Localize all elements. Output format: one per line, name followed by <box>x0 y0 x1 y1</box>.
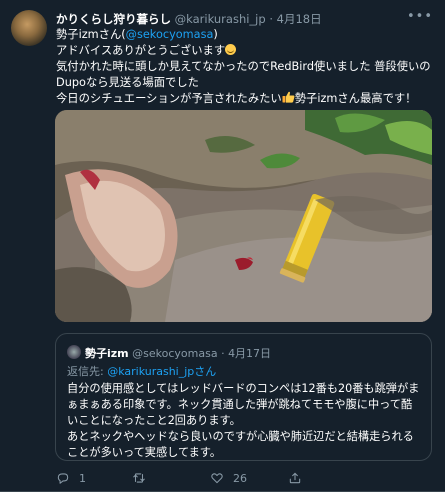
tweet-line-prefix: 勢子izmさん( <box>56 28 126 41</box>
share-icon <box>289 472 301 484</box>
heart-icon <box>211 473 223 484</box>
quoted-header: 勢子izm @sekocyomasa · 4月17日 <box>85 345 271 361</box>
mention-link[interactable]: @sekocyomasa <box>126 28 214 41</box>
tweet-line-text: 勢子izmさん最高です！ <box>294 92 417 105</box>
like-count: 26 <box>233 471 247 485</box>
quoted-line: あとネックやヘッドなら良いのですが心臓や肺近辺だと結構走られる <box>67 430 414 443</box>
reply-label: 返信先: <box>67 365 104 378</box>
retweet-icon <box>133 473 145 483</box>
separator: · <box>269 12 273 26</box>
reply-context: 返信先: @karikurashi_jpさん <box>67 363 216 379</box>
reply-to-link[interactable]: @karikurashi_jpさん <box>107 365 216 378</box>
quoted-line: 自分の使用感としてはレッドバードのコンペは12番も20番も跳弾がま <box>67 382 420 395</box>
tweet-line: アドバイスありがとうございます <box>56 43 436 59</box>
tweet-text: 勢子izmさん(@sekocyomasa) アドバイスありがとうございます 気付… <box>56 27 436 107</box>
retweet-button[interactable] <box>132 471 155 485</box>
smile-emoji-icon <box>225 44 237 55</box>
separator: · <box>221 347 225 360</box>
tweet-header: かりくらし狩り暮らし @karikurashi_jp · 4月18日 <box>56 11 322 27</box>
reply-button[interactable]: 1 <box>56 471 86 485</box>
quoted-line: ことが多いって実感してます。 <box>67 446 222 459</box>
tweet-line: 今日のシチュエーションが予言されたみたい 勢子izmさん最高です！ <box>56 91 436 107</box>
tweet-line: 勢子izmさん(@sekocyomasa) <box>56 27 436 43</box>
more-options-icon[interactable]: ••• <box>407 9 433 24</box>
thumbs-up-emoji-icon <box>282 91 295 103</box>
tweet-line-suffix: ) <box>213 28 218 41</box>
quoted-date: 4月17日 <box>228 347 272 360</box>
tweet[interactable]: かりくらし狩り暮らし @karikurashi_jp · 4月18日 ••• 勢… <box>0 0 445 492</box>
avatar[interactable] <box>11 10 47 46</box>
share-button[interactable] <box>288 471 311 485</box>
tweet-photo[interactable] <box>55 110 432 322</box>
quoted-text: 自分の使用感としてはレッドバードのコンペは12番も20番も跳弾がま ぁまぁある印… <box>67 381 427 461</box>
reply-icon <box>57 473 69 484</box>
quoted-display-name: 勢子izm <box>85 347 129 360</box>
quoted-line: ぁまぁある印象です。ネック貫通した弾が跳ねてモモや腹に中って酷 <box>67 398 413 411</box>
quoted-line: いことになったこと2回あります。 <box>67 414 241 427</box>
reply-count: 1 <box>79 471 86 485</box>
quoted-avatar <box>67 345 81 359</box>
quoted-handle: @sekocyomasa <box>132 347 218 360</box>
tweet-line: 気付かれた時に頭しか見えてなかったのでRedBird使いました 普段使いの <box>56 60 431 73</box>
handle[interactable]: @karikurashi_jp <box>175 12 266 26</box>
tweet-date[interactable]: 4月18日 <box>277 12 322 26</box>
tweet-line: Dupoなら見送る場面でした <box>56 76 199 89</box>
quoted-tweet[interactable]: 勢子izm @sekocyomasa · 4月17日 返信先: @karikur… <box>55 333 432 461</box>
tweet-line-text: アドバイスありがとうございます <box>56 44 226 57</box>
tweet-line-text: 今日のシチュエーションが予言されたみたい <box>56 92 282 105</box>
display-name[interactable]: かりくらし狩り暮らし <box>56 12 171 26</box>
action-bar: 1 26 <box>56 471 436 489</box>
photo-image <box>55 110 432 322</box>
like-button[interactable]: 26 <box>210 471 247 485</box>
